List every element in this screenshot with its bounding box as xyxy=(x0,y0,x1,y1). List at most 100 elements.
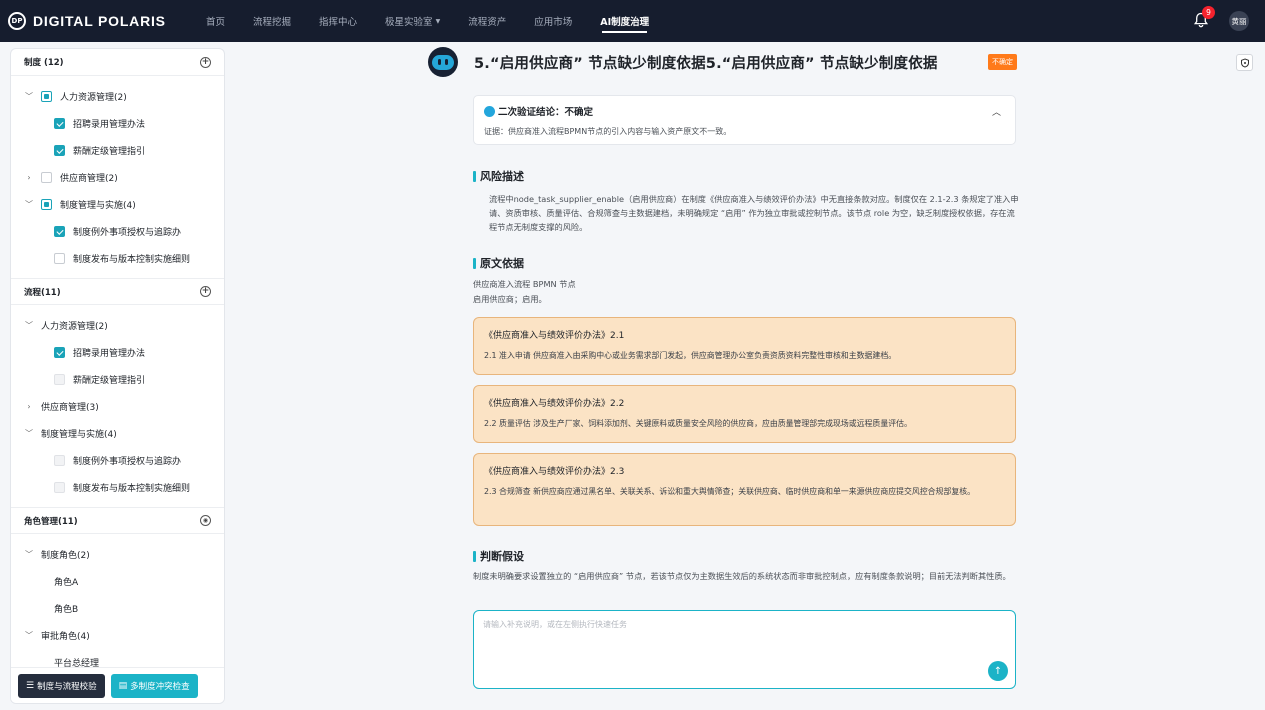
tree-leaf[interactable]: 招聘录用管理办法 xyxy=(11,339,224,366)
tree-label: 招聘录用管理办法 xyxy=(73,120,146,130)
checkbox-checked[interactable] xyxy=(54,226,65,237)
tree-node[interactable]: ﹀ 制度角色(2) xyxy=(11,541,224,568)
verification-card[interactable]: 二次验证结论：不确定 ︿ 证据：供应商准入流程BPMN节点的引入内容与输入资产原… xyxy=(473,95,1016,145)
tree-label: 供应商管理(2) xyxy=(60,174,118,184)
tree-node[interactable]: ﹀ 审批角色(4) xyxy=(11,622,224,649)
tree-leaf[interactable]: 制度例外事项授权与追踪办 xyxy=(11,447,224,474)
status-badge: 不确定 xyxy=(988,54,1017,70)
tree-leaf[interactable]: 制度发布与版本控制实施细则 xyxy=(11,474,224,501)
section-title: 制度 (12) xyxy=(24,58,64,68)
checkbox-partial[interactable] xyxy=(41,91,52,102)
chevron-up-icon[interactable]: ︿ xyxy=(992,105,1001,118)
chevron-down-icon[interactable]: ﹀ xyxy=(24,199,34,210)
chevron-right-icon[interactable]: › xyxy=(24,402,34,411)
caret-down-icon: ▼ xyxy=(435,17,441,25)
multi-conflict-check-button[interactable]: ▤ 多制度冲突检查 xyxy=(110,673,198,698)
notification-badge: 9 xyxy=(1202,6,1215,19)
checkbox-checked[interactable] xyxy=(54,145,65,156)
chevron-down-icon[interactable]: ﹀ xyxy=(24,91,34,102)
supplement-input-box[interactable]: ↑ xyxy=(473,610,1016,689)
nav-item-ai-governance[interactable]: AI制度治理 xyxy=(586,0,663,42)
tree-label: 制度角色(2) xyxy=(41,551,90,561)
brand-logo[interactable]: DP DIGITAL POLARIS xyxy=(8,12,198,30)
tree-label: 制度管理与实施(4) xyxy=(60,201,136,211)
tree-node[interactable]: ﹀ 人力资源管理(2) xyxy=(11,312,224,339)
nav-item-process-assets[interactable]: 流程资产 xyxy=(454,0,520,42)
tree-node[interactable]: › 供应商管理(2) xyxy=(11,164,224,191)
chevron-down-icon[interactable]: ﹀ xyxy=(24,549,34,560)
notification-button[interactable]: 9 xyxy=(1193,6,1215,30)
section-bar-icon xyxy=(473,257,476,269)
top-right-tools: 9 黄丽 xyxy=(1193,0,1249,42)
regulation-section-header: 制度 (12) + xyxy=(11,49,224,76)
nav-item-command-center[interactable]: 指挥中心 xyxy=(305,0,371,42)
chevron-right-icon[interactable]: › xyxy=(24,173,34,182)
tree-leaf[interactable]: 角色B xyxy=(11,595,224,622)
nav-item-lab[interactable]: 极星实验室 ▼ xyxy=(371,0,454,42)
page-title: 5.“启用供应商” 节点缺少制度依据5.“启用供应商” 节点缺少制度依据 xyxy=(474,55,938,72)
verification-title: 二次验证结论：不确定 xyxy=(484,104,593,118)
nav-item-home[interactable]: 首页 xyxy=(192,0,239,42)
chevron-down-icon[interactable]: ﹀ xyxy=(24,428,34,439)
chevron-down-icon[interactable]: ﹀ xyxy=(24,630,34,641)
tree-node[interactable]: ﹀ 制度管理与实施(4) xyxy=(11,191,224,218)
supplement-input[interactable] xyxy=(483,619,1003,659)
tree-label: 人力资源管理(2) xyxy=(41,322,108,332)
sidebar-footer: ☰ 制度与流程校验 ▤ 多制度冲突检查 xyxy=(11,667,224,703)
section-bar-icon xyxy=(473,170,476,182)
section-heading-text: 风险描述 xyxy=(480,170,524,183)
quote-card: 《供应商准入与绩效评价办法》2.3 2.3 合规筛查 新供应商应通过黑名单、关联… xyxy=(473,453,1016,526)
tree-leaf[interactable]: 制度例外事项授权与追踪办 xyxy=(11,218,224,245)
checkbox-checked[interactable] xyxy=(54,118,65,129)
checkbox-checked[interactable] xyxy=(54,347,65,358)
tree-node[interactable]: › 供应商管理(3) xyxy=(11,393,224,420)
basis-lines: 供应商准入流程 BPMN 节点 启用供应商；启用。 xyxy=(473,277,1021,307)
tree-label: 角色B xyxy=(54,605,79,615)
tree-leaf[interactable]: 薪酬定级管理指引 xyxy=(11,137,224,164)
roles-tree: ﹀ 制度角色(2) 角色A 角色B ﹀ 审批角色(4) 平台总经理 xyxy=(11,534,224,682)
chevron-down-icon[interactable]: ﹀ xyxy=(24,320,34,331)
section-title: 流程(11) xyxy=(24,287,61,298)
judgement-text: 制度未明确要求设置独立的 “启用供应商” 节点，若该节点仅为主数据生效后的系统状… xyxy=(473,571,1011,581)
send-button[interactable]: ↑ xyxy=(988,661,1008,681)
add-circle-icon[interactable]: + xyxy=(200,286,211,297)
nav-item-label: 流程挖掘 xyxy=(253,17,292,28)
target-circle-icon[interactable]: ◉ xyxy=(200,515,211,526)
nav-item-label: 极星实验室 xyxy=(385,17,433,28)
tree-leaf[interactable]: 制度发布与版本控制实施细则 xyxy=(11,245,224,272)
tree-label: 制度管理与实施(4) xyxy=(41,430,117,440)
risk-section: 风险描述 流程中node_task_supplier_enable（启用供应商）… xyxy=(473,168,1021,235)
tree-node[interactable]: ﹀ 人力资源管理(2) xyxy=(11,83,224,110)
checkbox[interactable] xyxy=(41,172,52,183)
section-title: 角色管理(11) xyxy=(24,516,78,527)
main-nav: 首页 流程挖掘 指挥中心 极星实验室 ▼ 流程资产 应用市场 AI制度治理 xyxy=(192,0,663,42)
user-avatar[interactable]: 黄丽 xyxy=(1229,11,1249,31)
checkbox-partial[interactable] xyxy=(41,199,52,210)
quote-text: 2.2 质量评估 涉及生产厂家、饲料添加剂、关键原料或质量安全风险的供应商，应由… xyxy=(484,419,912,428)
nav-item-process-mining[interactable]: 流程挖掘 xyxy=(239,0,305,42)
nav-item-label: 首页 xyxy=(206,17,226,28)
tree-leaf[interactable]: 招聘录用管理办法 xyxy=(11,110,224,137)
tree-label: 制度发布与版本控制实施细则 xyxy=(73,255,191,265)
section-heading: 原文依据 xyxy=(473,255,1021,271)
tree-label: 供应商管理(3) xyxy=(41,403,99,413)
shield-toggle-button[interactable] xyxy=(1236,54,1253,71)
top-navigation-bar: DP DIGITAL POLARIS 首页 流程挖掘 指挥中心 极星实验室 ▼ 流… xyxy=(0,0,1265,42)
section-heading: 风险描述 xyxy=(473,168,1021,184)
judgement-section: 判断假设 制度未明确要求设置独立的 “启用供应商” 节点，若该节点仅为主数据生效… xyxy=(473,548,1021,584)
nav-item-app-market[interactable]: 应用市场 xyxy=(520,0,586,42)
tree-leaf[interactable]: 角色A xyxy=(11,568,224,595)
add-circle-icon[interactable]: + xyxy=(200,56,211,68)
quote-card: 《供应商准入与绩效评价办法》2.1 2.1 准入申请 供应商准入由采购中心或业务… xyxy=(473,317,1016,375)
quote-title: 《供应商准入与绩效评价办法》2.1 xyxy=(484,331,625,341)
tree-leaf[interactable]: 薪酬定级管理指引 xyxy=(11,366,224,393)
title-row: 5.“启用供应商” 节点缺少制度依据5.“启用供应商” 节点缺少制度依据 xyxy=(428,44,1028,80)
quote-title: 《供应商准入与绩效评价办法》2.3 xyxy=(484,467,625,477)
verify-shield-icon xyxy=(484,105,495,117)
shield-icon xyxy=(1240,57,1249,68)
tree-node[interactable]: ﹀ 制度管理与实施(4) xyxy=(11,420,224,447)
button-label: 多制度冲突检查 xyxy=(130,681,190,692)
basis-line: 供应商准入流程 BPMN 节点 xyxy=(473,279,576,289)
regulation-process-check-button[interactable]: ☰ 制度与流程校验 xyxy=(18,673,105,698)
checkbox[interactable] xyxy=(54,253,65,264)
